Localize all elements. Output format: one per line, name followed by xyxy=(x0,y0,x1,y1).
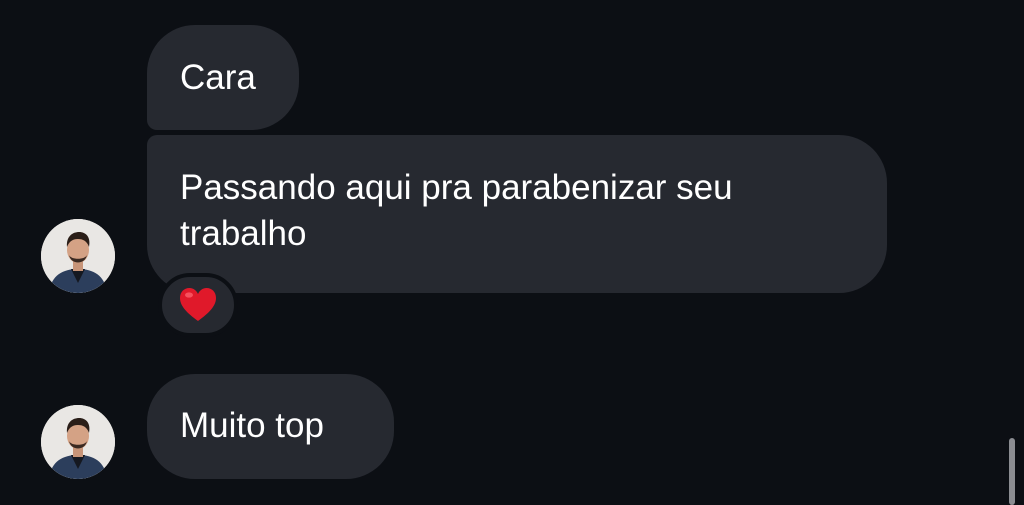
message-text: Passando aqui pra parabenizar seu trabal… xyxy=(180,168,733,253)
reaction-badge[interactable] xyxy=(158,273,238,337)
message-text: Muito top xyxy=(180,406,324,445)
scrollbar[interactable] xyxy=(1009,438,1015,505)
message-bubble[interactable]: Cara xyxy=(147,25,299,130)
heart-icon xyxy=(180,288,216,321)
profile-photo xyxy=(41,405,115,479)
profile-photo xyxy=(41,219,115,293)
avatar[interactable] xyxy=(41,219,115,293)
avatar[interactable] xyxy=(41,405,115,479)
chat-thread: Cara Passando aqui pra parabenizar seu t… xyxy=(0,0,1024,505)
message-bubble[interactable]: Passando aqui pra parabenizar seu trabal… xyxy=(147,135,887,293)
message-text: Cara xyxy=(180,58,256,97)
message-bubble[interactable]: Muito top xyxy=(147,374,394,479)
